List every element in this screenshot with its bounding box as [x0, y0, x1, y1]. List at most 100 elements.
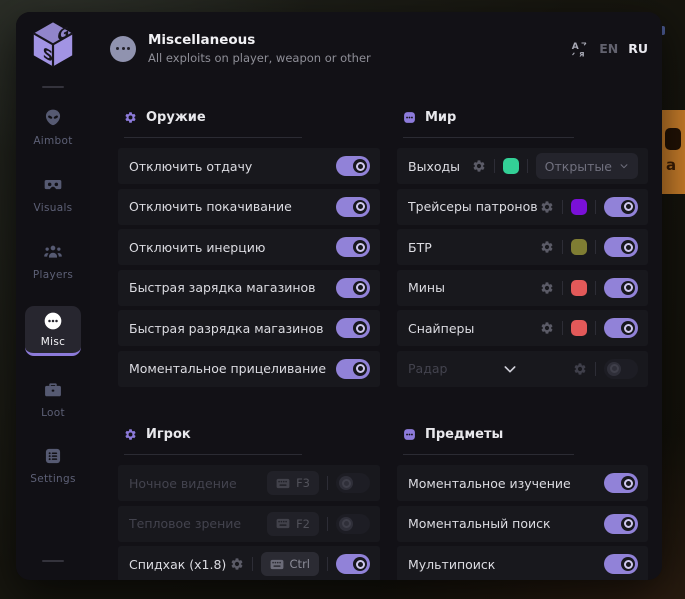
- section-weapon: Оружие Отключить отдачу Отключить покачива…: [118, 96, 380, 391]
- control-separator: [527, 159, 528, 173]
- toggle-switch[interactable]: [604, 359, 638, 379]
- feature-row: Быстрая зарядка магазинов: [118, 270, 380, 306]
- main-panel: Miscellaneous All exploits on player, we…: [90, 12, 662, 580]
- sidebar-item-label: Loot: [41, 407, 65, 419]
- sidebar-item-visuals[interactable]: Visuals: [25, 175, 81, 214]
- page-subtitle: All exploits on player, weapon or other: [148, 51, 571, 65]
- toggle-switch[interactable]: [336, 554, 370, 574]
- feature-label: Быстрая разрядка магазинов: [129, 321, 323, 336]
- sidebar-item-aimbot[interactable]: Aimbot: [25, 108, 81, 147]
- toggle-switch[interactable]: [336, 156, 370, 176]
- keybind-key: F3: [296, 476, 310, 490]
- page-header: Miscellaneous All exploits on player, we…: [90, 12, 662, 65]
- row-settings-gear-icon[interactable]: [230, 557, 244, 571]
- toggle-switch[interactable]: [336, 237, 370, 257]
- toggle-knob: [621, 200, 635, 214]
- content-grid: Оружие Отключить отдачу Отключить покачива…: [118, 82, 648, 580]
- toggle-switch[interactable]: [604, 237, 638, 257]
- toggle-switch[interactable]: [604, 554, 638, 574]
- row-settings-gear-icon[interactable]: [540, 321, 554, 335]
- toggle-switch[interactable]: [336, 359, 370, 379]
- section-title: Оружие: [146, 110, 206, 125]
- dropdown-select[interactable]: Открытые: [536, 153, 638, 179]
- control-separator: [562, 240, 563, 254]
- color-swatch[interactable]: [503, 158, 519, 174]
- sidebar-item-players[interactable]: Players: [25, 242, 81, 281]
- toggle-switch[interactable]: [336, 318, 370, 338]
- feature-label: Отключить отдачу: [129, 159, 252, 174]
- color-swatch[interactable]: [571, 280, 587, 296]
- feature-row: Спидхак (x1.8)Ctrl: [118, 546, 380, 580]
- feature-row: Выходы Открытые: [397, 148, 648, 184]
- toggle-switch[interactable]: [336, 278, 370, 298]
- section-header: Игрок: [118, 423, 380, 445]
- row-settings-gear-icon[interactable]: [540, 240, 554, 254]
- feature-label: Мины: [408, 280, 445, 295]
- svg-text:A: A: [572, 42, 579, 52]
- row-settings-gear-icon[interactable]: [540, 281, 554, 295]
- box-dots-icon: [403, 111, 416, 124]
- feature-row: Отключить покачивание: [118, 189, 380, 225]
- feature-label: Трейсеры патронов: [408, 199, 538, 214]
- toggle-switch[interactable]: [604, 318, 638, 338]
- sidebar-item-label: Misc: [41, 336, 65, 348]
- sidebar-item-misc[interactable]: Misc: [25, 306, 81, 356]
- toggle-switch[interactable]: [604, 278, 638, 298]
- app-logo-icon: S G: [29, 20, 77, 68]
- control-separator: [562, 321, 563, 335]
- section-header: Оружие: [118, 106, 380, 128]
- feature-label: БТР: [408, 240, 432, 255]
- keybind-badge[interactable]: F3: [267, 471, 319, 495]
- lang-en-button[interactable]: EN: [599, 41, 618, 56]
- control-separator: [595, 362, 596, 376]
- control-separator: [252, 557, 253, 571]
- toggle-switch[interactable]: [336, 473, 370, 493]
- lang-ru-button[interactable]: RU: [628, 41, 648, 56]
- section-header: Мир: [397, 106, 648, 128]
- toggle-switch[interactable]: [604, 473, 638, 493]
- color-swatch[interactable]: [571, 239, 587, 255]
- feature-row: Радар: [397, 351, 648, 387]
- sidebar-item-settings[interactable]: Settings: [25, 446, 81, 485]
- screen: a S G Aimbot Visuals Players Misc Loot Settin…: [0, 0, 685, 599]
- sidebar-item-loot[interactable]: Loot: [25, 380, 81, 419]
- toggle-knob: [353, 240, 367, 254]
- feature-label: Моментальный поиск: [408, 516, 551, 531]
- keyboard-icon: [276, 478, 290, 489]
- section-ellipsis-circle-icon: [110, 36, 136, 62]
- feature-label: Выходы: [408, 159, 460, 174]
- row-settings-gear-icon[interactable]: [472, 159, 486, 173]
- language-switcher: A я EN RU: [571, 40, 652, 58]
- sidebar-item-label: Aimbot: [33, 135, 72, 147]
- toggle-switch[interactable]: [336, 514, 370, 534]
- section-header: Предметы: [397, 423, 648, 445]
- control-separator: [595, 200, 596, 214]
- gear-icon: [124, 111, 137, 124]
- keyboard-icon: [276, 518, 290, 529]
- control-separator: [327, 557, 328, 571]
- toggle-knob: [353, 321, 367, 335]
- goggles-icon: [43, 175, 63, 195]
- cheat-menu-window: S G Aimbot Visuals Players Misc Loot Settings…: [16, 12, 662, 580]
- toggle-switch[interactable]: [604, 197, 638, 217]
- expand-chevron-down-icon[interactable]: [502, 361, 518, 377]
- sidebar-divider-bottom: [42, 560, 64, 562]
- section-title: Предметы: [425, 427, 503, 442]
- color-swatch[interactable]: [571, 199, 587, 215]
- control-separator: [562, 281, 563, 295]
- row-settings-gear-icon[interactable]: [573, 362, 587, 376]
- keybind-badge[interactable]: F2: [267, 512, 319, 536]
- list-settings-icon: [43, 446, 63, 466]
- keyboard-icon: [270, 559, 284, 570]
- control-separator: [327, 476, 328, 490]
- game-background-fragment: a: [661, 110, 685, 194]
- row-settings-gear-icon[interactable]: [540, 200, 554, 214]
- section-divider: [403, 137, 574, 138]
- toggle-switch[interactable]: [604, 514, 638, 534]
- box-dots-icon: [403, 428, 416, 441]
- toggle-knob: [339, 517, 353, 531]
- keybind-badge[interactable]: Ctrl: [261, 552, 319, 576]
- toggle-switch[interactable]: [336, 197, 370, 217]
- color-swatch[interactable]: [571, 320, 587, 336]
- sidebar-item-label: Settings: [30, 473, 75, 485]
